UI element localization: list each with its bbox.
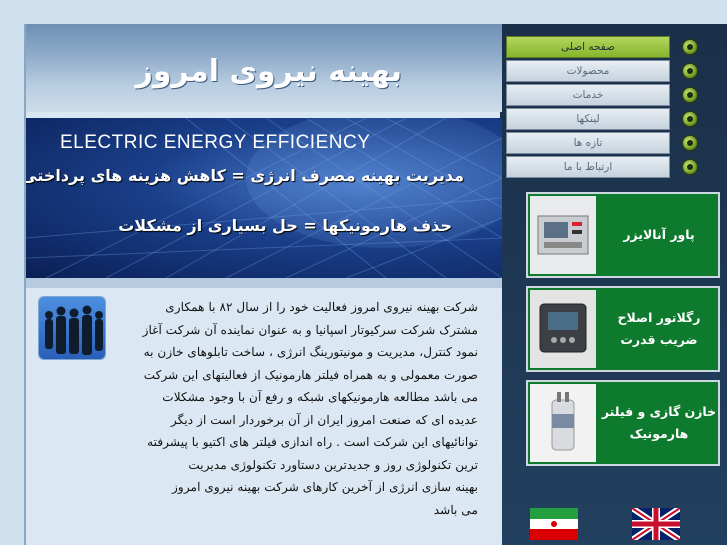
about-line: صورت معمولی و به همراه فیلتر هارمونیک از…: [143, 367, 478, 382]
about-line: بهینه سازی انرژی از آخرین کارهای شرکت به…: [172, 480, 478, 494]
regulator-image: [530, 290, 596, 368]
nav-item-news[interactable]: تازه ها: [502, 132, 724, 154]
green-bullet-icon: [682, 159, 698, 175]
about-line: می باشد مطالعه هارمونیکهای شبکه و رفع آن…: [162, 390, 478, 404]
about-line: مشترک شرکت سرکیوتار اسپانیا و به عنوان ن…: [142, 322, 478, 337]
about-line: شرکت بهینه نیروی امروز فعالیت خود را از …: [165, 300, 478, 314]
about-line: نمود کنترل، مدیریت و مونیتورینگ انرژی ، …: [143, 345, 478, 359]
product-card-pf-regulator[interactable]: رگلاتور اصلاح ضریب قدرت: [526, 286, 720, 372]
section-divider: [26, 278, 502, 288]
about-line: توانائیهای این شرکت است . راه اندازی فیل…: [147, 435, 478, 449]
left-border: [0, 0, 24, 545]
about-line: می باشد: [433, 502, 478, 517]
banner-slogan-2: حذف هارمونیکها = حل بسیاری از مشکلات: [118, 216, 452, 235]
nav-item-products[interactable]: محصولات: [502, 60, 724, 82]
about-text: شرکت بهینه نیروی امروز فعالیت خود را از …: [116, 296, 478, 521]
green-bullet-icon: [682, 87, 698, 103]
power-analyzer-image: [530, 196, 596, 274]
people-image: [38, 296, 106, 360]
nav-item-links[interactable]: لینکها: [502, 108, 724, 130]
iran-flag-icon[interactable]: [530, 508, 578, 540]
about-line: عدیده ای که صنعت امروز ایران از آن برخور…: [170, 412, 478, 427]
nav-item-services[interactable]: خدمات: [502, 84, 724, 106]
green-bullet-icon: [682, 63, 698, 79]
page-frame: بهینه نیروی امروز ELECTRIC ENERGY EFFICI…: [0, 0, 727, 545]
nav-item-home[interactable]: صفحه اصلی: [502, 36, 724, 58]
product-label: پاور آنالایزر: [623, 227, 695, 242]
nav-home-button[interactable]: صفحه اصلی: [506, 36, 670, 58]
about-section: شرکت بهینه نیروی امروز فعالیت خود را از …: [26, 288, 502, 545]
top-border: [24, 0, 727, 24]
product-card-capacitor[interactable]: خازن گازی و فیلتر هارمونیک: [526, 380, 720, 466]
nav-products-button[interactable]: محصولات: [506, 60, 670, 82]
nav-links-button[interactable]: لینکها: [506, 108, 670, 130]
green-bullet-icon: [682, 39, 698, 55]
about-line: ترین تکنولوژی روز و جدیدترین دستاورد تکن…: [188, 457, 478, 472]
green-bullet-icon: [682, 111, 698, 127]
nav-item-contact[interactable]: ارتباط با ما: [502, 156, 724, 178]
nav-contact-button[interactable]: ارتباط با ما: [506, 156, 670, 178]
uk-flag-icon[interactable]: [632, 508, 680, 540]
capacitor-image: [530, 384, 596, 462]
product-label: رگلاتور اصلاح ضریب قدرت: [617, 310, 701, 347]
banner-english-text: ELECTRIC ENERGY EFFICIENCY: [60, 132, 371, 153]
site-title: بهینه نیروی امروز: [135, 54, 402, 89]
product-label: خازن گازی و فیلتر هارمونیک: [601, 404, 717, 441]
nav-news-button[interactable]: تازه ها: [506, 132, 670, 154]
banner-slogan-1: مدیریت بهینه مصرف انرژی = کاهش هزینه های…: [26, 166, 464, 185]
site-header: بهینه نیروی امروز: [26, 24, 502, 112]
main-panel: بهینه نیروی امروز ELECTRIC ENERGY EFFICI…: [24, 24, 502, 545]
nav-services-button[interactable]: خدمات: [506, 84, 670, 106]
product-card-power-analyzer[interactable]: پاور آنالایزر: [526, 192, 720, 278]
hero-banner: ELECTRIC ENERGY EFFICIENCY مدیریت بهینه …: [26, 118, 502, 278]
green-bullet-icon: [682, 135, 698, 151]
